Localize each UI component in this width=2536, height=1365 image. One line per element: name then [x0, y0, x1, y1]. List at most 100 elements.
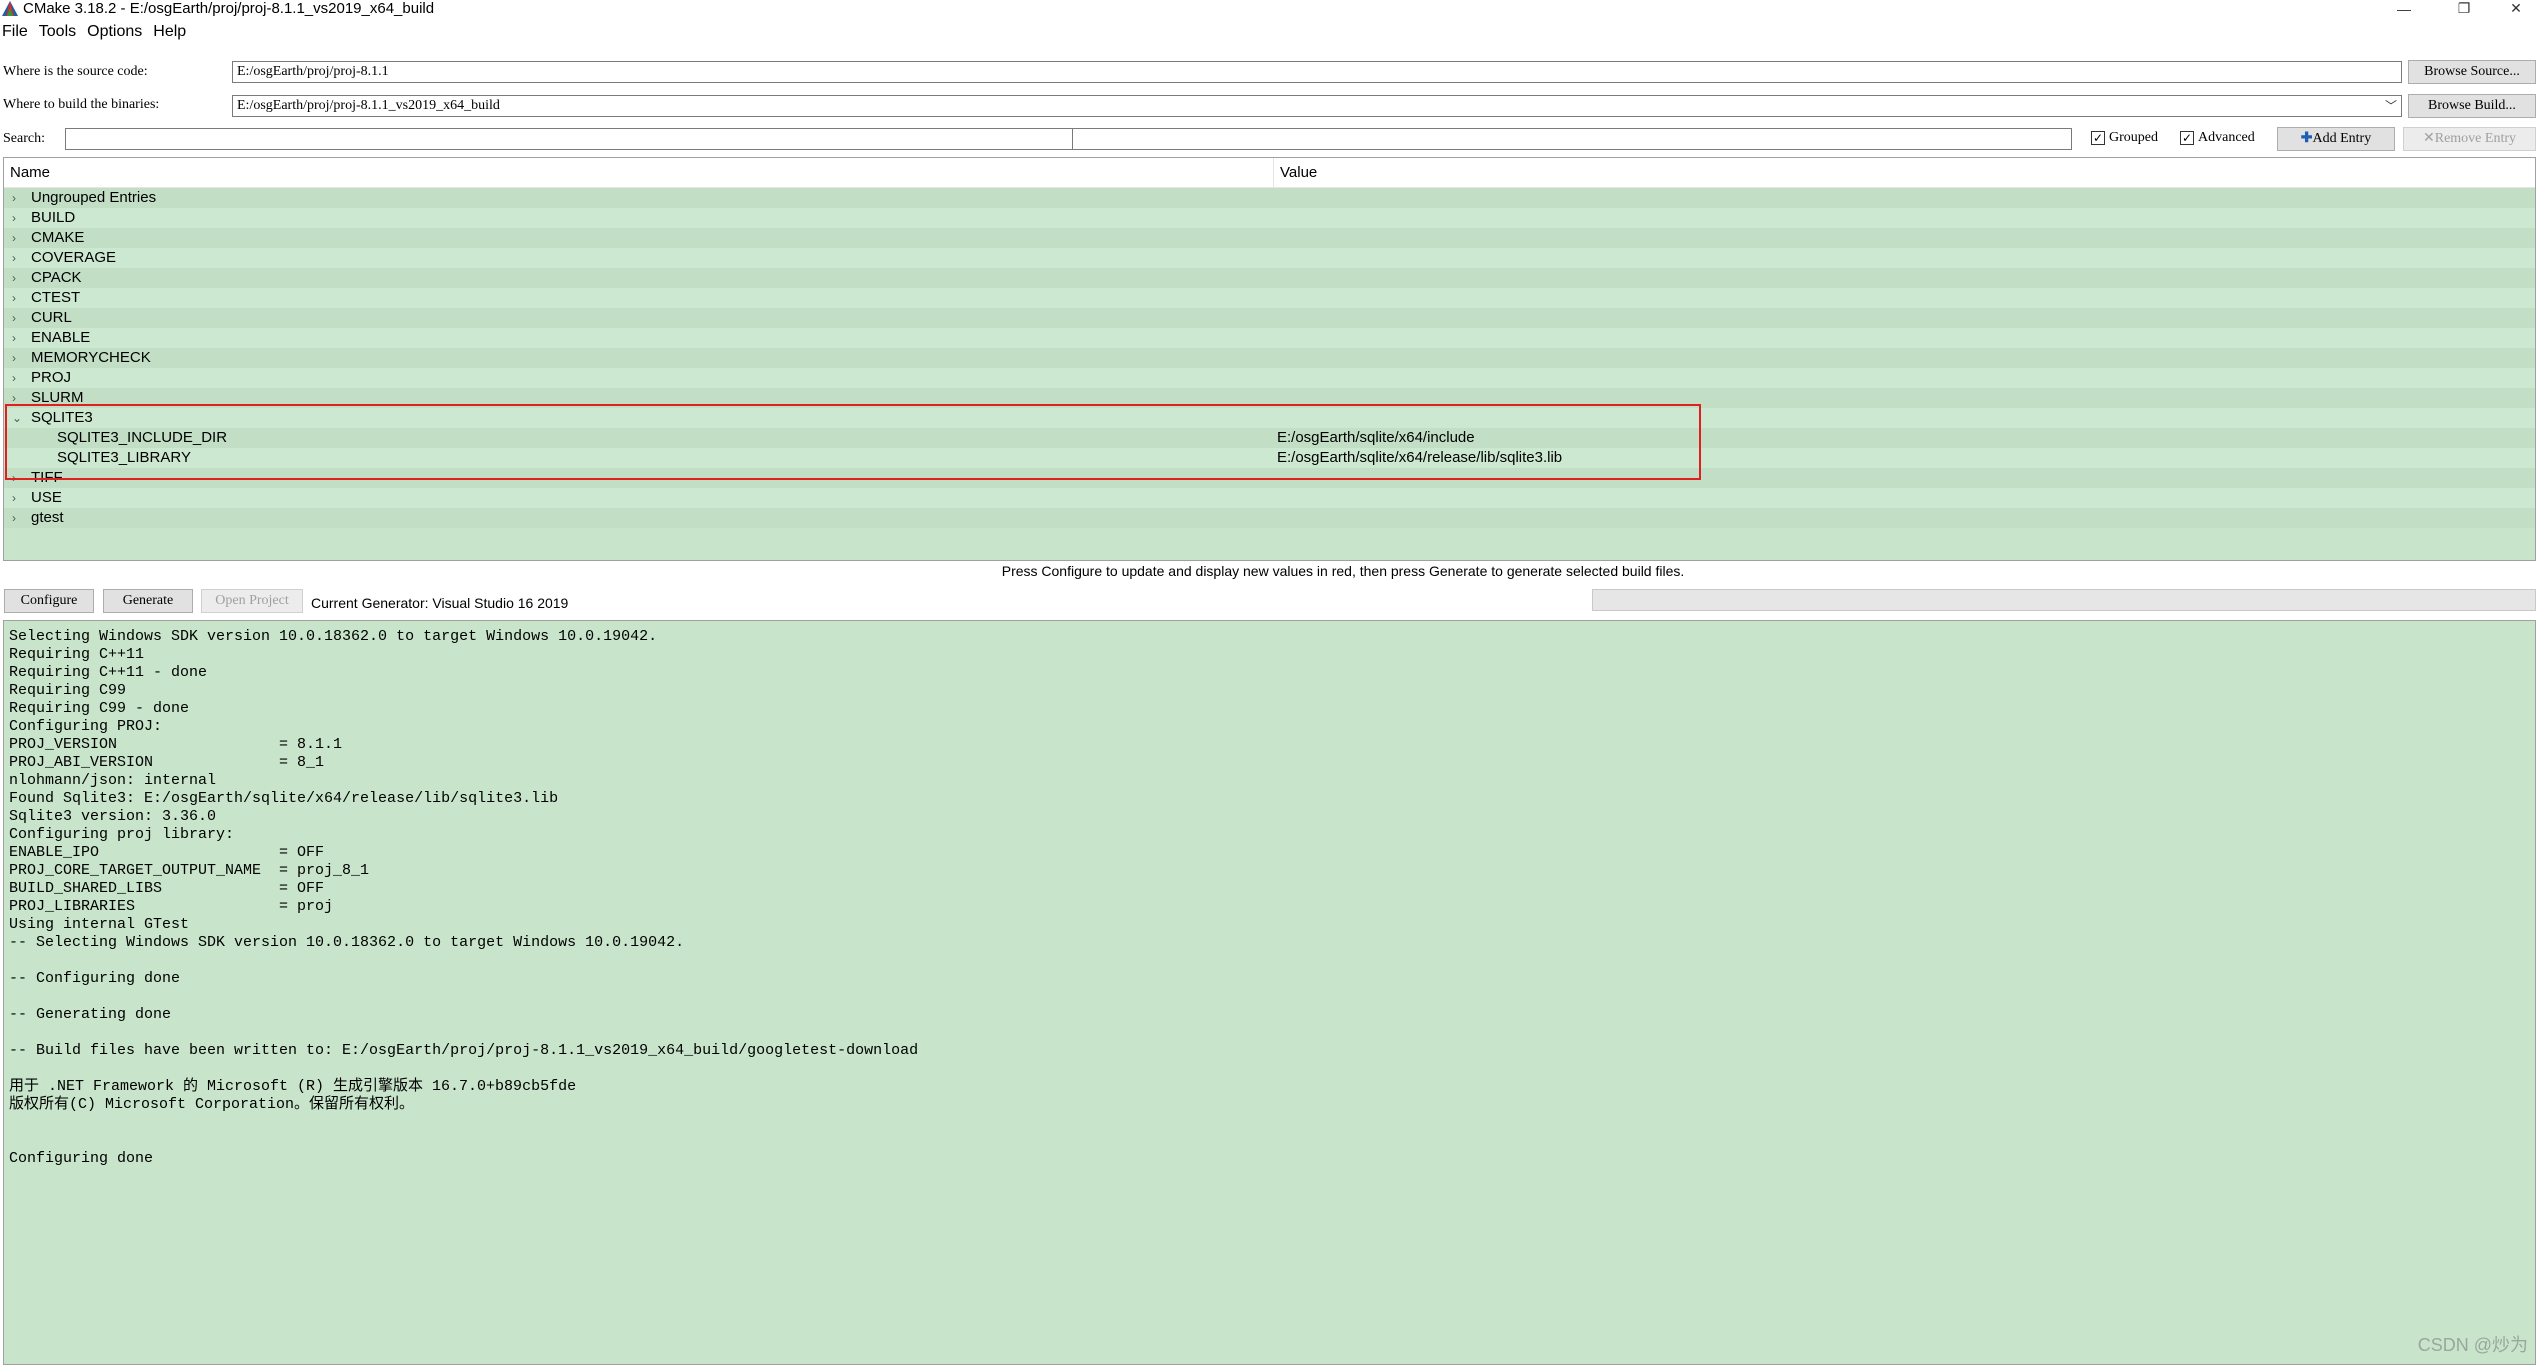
chevron-right-icon[interactable]: ›	[12, 248, 16, 268]
tree-body: › Ungrouped Entries › BUILD › CMAKE › COVERA…	[4, 188, 2535, 528]
log-lines: Selecting Windows SDK version 10.0.18362…	[9, 628, 2535, 1168]
chevron-right-icon[interactable]: ›	[12, 488, 16, 508]
configure-button[interactable]: Configure	[4, 589, 94, 613]
output-log[interactable]: Selecting Windows SDK version 10.0.18362…	[3, 620, 2536, 1365]
tree-group-build[interactable]: › BUILD	[4, 208, 2535, 228]
tree-group-curl[interactable]: › CURL	[4, 308, 2535, 328]
tree-group-use[interactable]: › USE	[4, 488, 2535, 508]
build-path-value: E:/osgEarth/proj/proj-8.1.1_vs2019_x64_b…	[237, 98, 500, 113]
cache-tree[interactable]: Name Value › Ungrouped Entries › BUILD › CM…	[3, 157, 2536, 561]
tree-group-proj[interactable]: › PROJ	[4, 368, 2535, 388]
checkmark-icon: ✓	[2091, 131, 2105, 145]
tree-group-enable[interactable]: › ENABLE	[4, 328, 2535, 348]
remove-icon: ✕	[2423, 131, 2435, 146]
log-line: PROJ_VERSION = 8.1.1	[9, 736, 343, 753]
chevron-right-icon[interactable]: ›	[12, 208, 16, 228]
tree-group-slurm[interactable]: › SLURM	[4, 388, 2535, 408]
source-path-input[interactable]: E:/osgEarth/proj/proj-8.1.1	[232, 61, 2402, 83]
tree-group-ctest[interactable]: › CTEST	[4, 288, 2535, 308]
entry-value[interactable]: E:/osgEarth/sqlite/x64/release/lib/sqlit…	[1277, 448, 1562, 468]
log-line: PROJ_LIBRARIES = proj	[9, 898, 334, 915]
watermark: CSDN @炒为	[2417, 1335, 2528, 1355]
log-line: 用于 .NET Framework 的 Microsoft (R) 生成引擎版本…	[9, 1078, 577, 1095]
log-line: Configuring PROJ:	[9, 718, 163, 735]
chevron-right-icon[interactable]: ›	[12, 268, 16, 288]
minimize-icon[interactable]: —	[2384, 0, 2424, 17]
log-line: Requiring C99 - done	[9, 700, 190, 717]
advanced-checkbox[interactable]: ✓ Advanced	[2180, 130, 2255, 146]
chevron-right-icon[interactable]: ›	[12, 188, 16, 208]
grouped-label: Grouped	[2109, 130, 2158, 145]
remove-entry-button[interactable]: ✕Remove Entry	[2403, 127, 2536, 151]
entry-value[interactable]: E:/osgEarth/sqlite/x64/include	[1277, 428, 1475, 448]
tree-group-memorycheck[interactable]: › MEMORYCHECK	[4, 348, 2535, 368]
add-entry-button[interactable]: ✚Add Entry	[2277, 127, 2395, 151]
chevron-down-icon[interactable]: ⌄	[12, 408, 22, 428]
log-line: Found Sqlite3: E:/osgEarth/sqlite/x64/re…	[9, 790, 559, 807]
progress-bar	[1592, 589, 2536, 611]
column-value-header[interactable]: Value	[1274, 158, 1317, 187]
tree-entry-sqlite3-include-dir[interactable]: SQLITE3_INCLUDE_DIR E:/osgEarth/sqlite/x6…	[4, 428, 2535, 448]
log-line: -- Generating done	[9, 1006, 172, 1023]
tree-group-tiff[interactable]: › TIFF	[4, 468, 2535, 488]
tree-group-cpack[interactable]: › CPACK	[4, 268, 2535, 288]
chevron-right-icon[interactable]: ›	[12, 288, 16, 308]
build-path-combo[interactable]: E:/osgEarth/proj/proj-8.1.1_vs2019_x64_b…	[232, 95, 2402, 117]
title-bar: CMake 3.18.2 - E:/osgEarth/proj/proj-8.1…	[0, 0, 2536, 17]
log-line: nlohmann/json: internal	[9, 772, 217, 789]
chevron-down-icon[interactable]: ﹀	[2385, 96, 2397, 116]
log-line: Requiring C++11	[9, 646, 145, 663]
menu-help[interactable]: Help	[150, 22, 194, 44]
chevron-right-icon[interactable]: ›	[12, 328, 16, 348]
current-generator-label: Current Generator: Visual Studio 16 2019	[311, 595, 569, 611]
tree-group-cmake[interactable]: › CMAKE	[4, 228, 2535, 248]
cmake-logo-icon	[2, 1, 18, 16]
tree-group-gtest[interactable]: › gtest	[4, 508, 2535, 528]
tree-group-sqlite3[interactable]: ⌄ SQLITE3	[4, 408, 2535, 428]
configure-hint: Press Configure to update and display ne…	[1001, 563, 1685, 579]
generate-button[interactable]: Generate	[103, 589, 193, 613]
search-input[interactable]	[65, 128, 1073, 150]
log-line: Requiring C99	[9, 682, 127, 699]
search-input-tail[interactable]	[1073, 128, 2072, 150]
log-line: ENABLE_IPO = OFF	[9, 844, 325, 861]
log-line: BUILD_SHARED_LIBS = OFF	[9, 880, 325, 897]
log-line: PROJ_ABI_VERSION = 8_1	[9, 754, 325, 771]
chevron-right-icon[interactable]: ›	[12, 468, 16, 488]
advanced-label: Advanced	[2198, 130, 2255, 145]
close-icon[interactable]: ✕	[2496, 0, 2536, 17]
menu-options[interactable]: Options	[84, 22, 150, 44]
column-name-header[interactable]: Name	[4, 158, 1274, 187]
open-project-button[interactable]: Open Project	[201, 589, 303, 613]
log-line: Selecting Windows SDK version 10.0.18362…	[9, 628, 658, 645]
grouped-checkbox[interactable]: ✓ Grouped	[2091, 130, 2158, 146]
chevron-right-icon[interactable]: ›	[12, 508, 16, 528]
tree-group-ungrouped[interactable]: › Ungrouped Entries	[4, 188, 2535, 208]
chevron-right-icon[interactable]: ›	[12, 308, 16, 328]
checkmark-icon: ✓	[2180, 131, 2194, 145]
log-line: Requiring C++11 - done	[9, 664, 208, 681]
log-line: Configuring done	[9, 1150, 154, 1167]
tree-entry-sqlite3-library[interactable]: SQLITE3_LIBRARY E:/osgEarth/sqlite/x64/re…	[4, 448, 2535, 468]
menu-file[interactable]: File	[0, 22, 36, 44]
log-line: Using internal GTest	[9, 916, 190, 933]
restore-icon[interactable]: ❐	[2444, 0, 2484, 17]
browse-source-button[interactable]: Browse Source...	[2408, 60, 2536, 84]
chevron-right-icon[interactable]: ›	[12, 368, 16, 388]
add-entry-label: Add Entry	[2312, 131, 2372, 146]
browse-build-button[interactable]: Browse Build...	[2408, 94, 2536, 118]
chevron-right-icon[interactable]: ›	[12, 388, 16, 408]
tree-group-coverage[interactable]: › COVERAGE	[4, 248, 2535, 268]
chevron-right-icon[interactable]: ›	[12, 228, 16, 248]
menu-tools[interactable]: Tools	[36, 22, 84, 44]
log-line: PROJ_CORE_TARGET_OUTPUT_NAME = proj_8_1	[9, 862, 370, 879]
window-title: CMake 3.18.2 - E:/osgEarth/proj/proj-8.1…	[23, 0, 435, 17]
chevron-right-icon[interactable]: ›	[12, 348, 16, 368]
log-line: Sqlite3 version: 3.36.0	[9, 808, 217, 825]
